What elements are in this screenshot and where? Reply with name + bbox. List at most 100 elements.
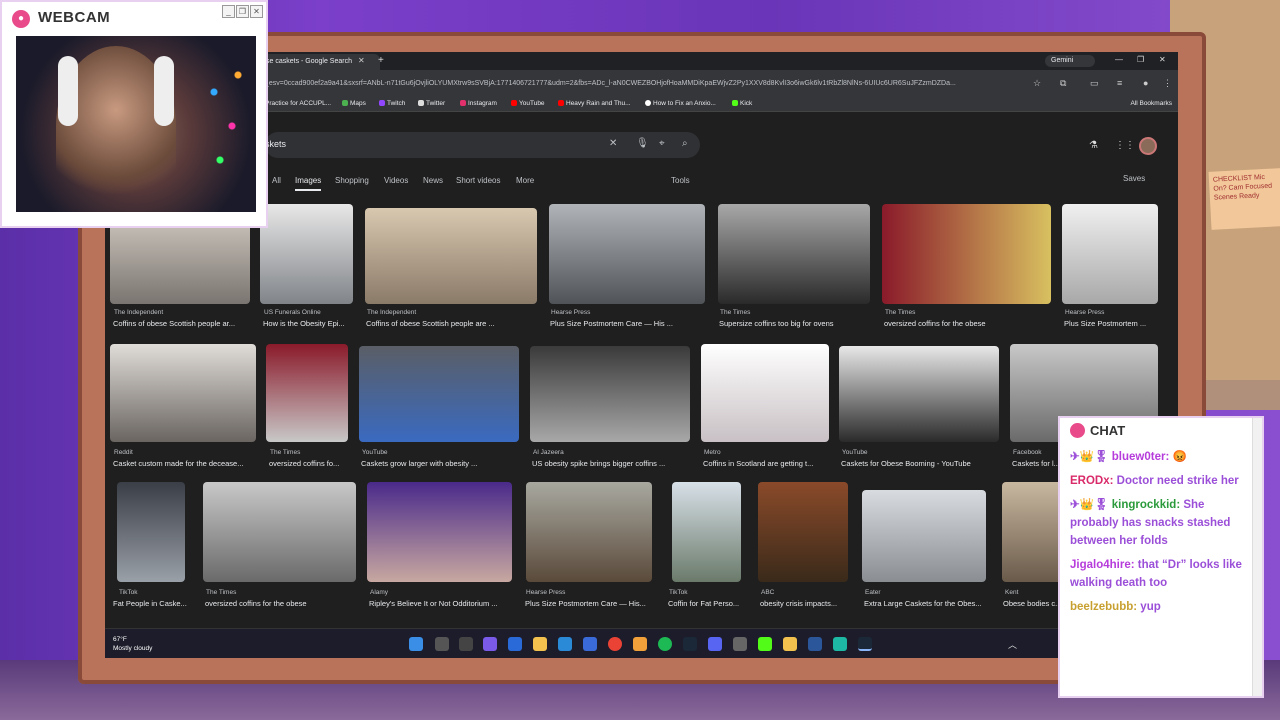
result-title[interactable]: oversized coffins fo... (269, 459, 351, 468)
result-title[interactable]: Casket custom made for the decease... (113, 459, 255, 468)
notes-icon[interactable] (783, 637, 797, 651)
tab-news[interactable]: News (423, 176, 443, 185)
result-title[interactable]: Supersize coffins too big for ovens (719, 319, 871, 328)
result-image[interactable] (758, 482, 848, 582)
result-image[interactable] (365, 208, 537, 304)
result-image[interactable] (1062, 204, 1158, 304)
labs-icon[interactable]: ⚗ (1089, 140, 1098, 151)
bookmark-3[interactable]: Twitter (418, 100, 445, 107)
result-image[interactable] (260, 204, 353, 304)
kick-icon[interactable] (758, 637, 772, 651)
result-image[interactable] (672, 482, 741, 582)
cast-icon[interactable]: ▭ (1090, 78, 1100, 88)
result-image[interactable] (701, 344, 829, 442)
url-field[interactable]: _esv=0ccad900ef2a9a41&sxsrf=ANbL-n71tGu6… (265, 76, 1025, 92)
tools-button[interactable]: Tools (671, 176, 690, 185)
result-title[interactable]: obesity crisis impacts... (760, 599, 852, 608)
bookmark-5[interactable]: YouTube (511, 100, 545, 107)
menu-icon[interactable]: ⋮ (1163, 78, 1173, 88)
bookmark-0[interactable]: Practice for ACCUPL... (265, 100, 331, 107)
steam-icon[interactable] (683, 637, 697, 651)
result-title[interactable]: Coffins in Scotland are getting t... (703, 459, 829, 468)
tab-images[interactable]: Images (295, 176, 322, 191)
result-title[interactable]: Plus Size Postmortem ... (1064, 319, 1160, 328)
app-icon[interactable] (633, 637, 647, 651)
bookmark-8[interactable]: Kick (732, 100, 752, 107)
bookmark-1[interactable]: Maps (342, 100, 366, 107)
result-title[interactable]: US obesity spike brings bigger coffins .… (532, 459, 692, 468)
result-title[interactable]: Extra Large Caskets for the Obes... (864, 599, 990, 608)
result-title[interactable]: Caskets grow larger with obesity ... (361, 459, 521, 468)
apps-grid-icon[interactable]: ⋮⋮ (1115, 140, 1135, 151)
profile-icon[interactable]: ● (1143, 78, 1153, 88)
word-icon[interactable] (808, 637, 822, 651)
mic-icon[interactable]: 🎙 (636, 138, 649, 149)
result-image[interactable] (862, 490, 986, 582)
minimize-icon[interactable]: — (1115, 55, 1123, 64)
bookmark-2[interactable]: Twitch (379, 100, 405, 107)
result-image[interactable] (718, 204, 870, 304)
result-title[interactable]: Obese bodies c... (1003, 599, 1065, 608)
result-title[interactable]: Plus Size Postmortem Care — His ... (550, 319, 706, 328)
result-title[interactable]: oversized coffins for the obese (884, 319, 1052, 328)
task-view-icon[interactable] (459, 637, 473, 651)
mail-icon[interactable] (583, 637, 597, 651)
result-title[interactable]: Ripley's Believe It or Not Odditorium ..… (369, 599, 517, 608)
all-bookmarks[interactable]: All Bookmarks (1130, 100, 1172, 107)
bookmark-6[interactable]: Heavy Rain and Thu... (558, 100, 631, 107)
extensions-icon[interactable]: ≡ (1117, 78, 1127, 88)
chrome-icon[interactable] (608, 637, 622, 651)
tab-videos[interactable]: Videos (384, 176, 408, 185)
result-image[interactable] (549, 204, 705, 304)
steam2-icon[interactable] (858, 637, 872, 651)
result-title[interactable]: Plus Size Postmortem Care — His... (525, 599, 657, 608)
result-title[interactable]: How is the Obesity Epi... (263, 319, 355, 328)
search-box[interactable]: skets ✕ 🎙 ⌖ ⌕ (265, 132, 700, 158)
tab-more[interactable]: More (516, 176, 534, 185)
edge-icon[interactable] (558, 637, 572, 651)
bookmark-4[interactable]: Instagram (460, 100, 497, 107)
result-image[interactable] (266, 344, 348, 442)
chat-scrollbar[interactable] (1252, 418, 1262, 696)
result-image[interactable] (117, 482, 185, 582)
result-image[interactable] (110, 344, 256, 442)
search-taskbar-icon[interactable] (435, 637, 449, 651)
close-window-icon[interactable]: ✕ (1159, 55, 1166, 64)
result-image[interactable] (530, 346, 690, 442)
store-icon[interactable] (508, 637, 522, 651)
start-icon[interactable] (409, 637, 423, 651)
result-image[interactable] (203, 482, 356, 582)
file-explorer-icon[interactable] (533, 637, 547, 651)
result-title[interactable]: Coffins of obese Scottish people are ... (366, 319, 538, 328)
weather-widget[interactable]: 67°F Mostly cloudy (113, 635, 152, 653)
result-title[interactable]: oversized coffins for the obese (205, 599, 357, 608)
result-title[interactable]: Caskets for Obese Booming - YouTube (841, 459, 1001, 468)
tab-shopping[interactable]: Shopping (335, 176, 369, 185)
tray-arrow-icon[interactable]: ︿ (1008, 638, 1017, 651)
search-icon[interactable]: ⌕ (682, 138, 688, 149)
copilot-icon[interactable] (483, 637, 497, 651)
result-image[interactable] (839, 346, 999, 442)
result-image[interactable] (882, 204, 1051, 304)
close-tab-icon[interactable]: ✕ (358, 56, 365, 65)
result-image[interactable] (359, 346, 519, 442)
spotify-icon[interactable] (658, 637, 672, 651)
result-title[interactable]: Coffins of obese Scottish people ar... (113, 319, 251, 328)
result-image[interactable] (526, 482, 652, 582)
tab-short-videos[interactable]: Short videos (456, 176, 500, 185)
obs-icon[interactable] (733, 637, 747, 651)
result-image[interactable] (367, 482, 512, 582)
clear-icon[interactable]: ✕ (609, 138, 617, 149)
discord-icon[interactable] (708, 637, 722, 651)
app2-icon[interactable] (833, 637, 847, 651)
lens-icon[interactable]: ⌖ (659, 138, 665, 149)
gemini-button[interactable]: Gemini (1045, 55, 1095, 67)
avatar[interactable] (1139, 137, 1157, 155)
extension-icon[interactable]: ⧉ (1060, 78, 1070, 88)
saves-button[interactable]: Saves (1123, 174, 1145, 183)
star-icon[interactable]: ☆ (1033, 78, 1043, 88)
bookmark-7[interactable]: How to Fix an Anxio... (645, 100, 716, 107)
maximize-icon[interactable]: ❐ (1137, 55, 1144, 64)
result-title[interactable]: Fat People in Caske... (113, 599, 193, 608)
result-title[interactable]: Coffin for Fat Perso... (668, 599, 746, 608)
